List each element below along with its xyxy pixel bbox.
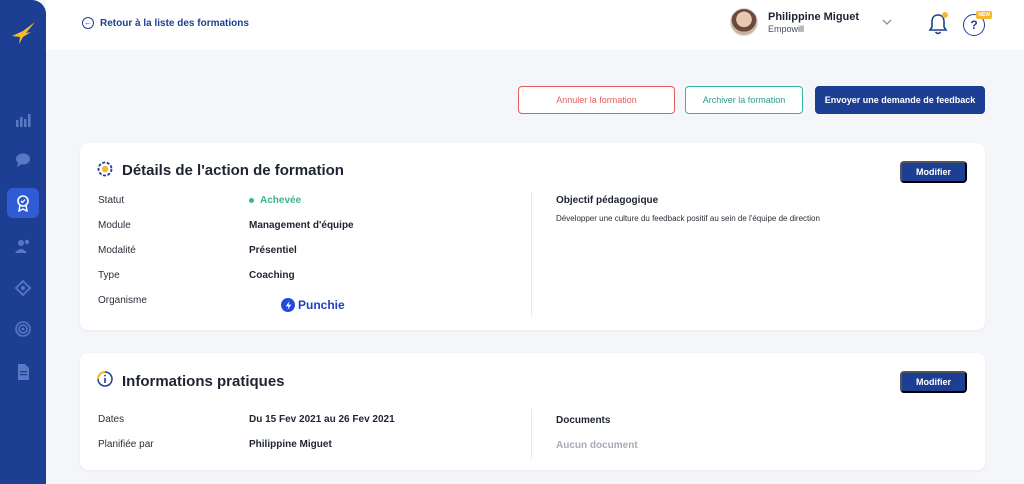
modify-practical-button[interactable]: Modifier xyxy=(900,371,967,393)
arrow-left-icon: ← xyxy=(82,17,94,29)
user-menu[interactable]: Philippine Miguet Empowill xyxy=(730,8,859,36)
document-icon xyxy=(18,364,29,380)
gear-icon xyxy=(97,161,113,177)
sidebar-item-training[interactable] xyxy=(0,186,46,220)
label-status: Statut xyxy=(98,195,125,206)
status-dot xyxy=(249,197,254,203)
sidebar-item-network[interactable] xyxy=(0,271,46,305)
help-question-icon: ? xyxy=(970,18,978,32)
value-planned-by: Philippine Miguet xyxy=(249,439,332,450)
sidebar xyxy=(0,0,46,484)
modify-details-button[interactable]: Modifier xyxy=(900,161,967,183)
chat-icon xyxy=(16,153,30,167)
training-details-card: Détails de l'action de formation Modifie… xyxy=(80,143,985,330)
value-dates: Du 15 Fev 2021 au 26 Fev 2021 xyxy=(249,414,395,425)
sidebar-item-stats[interactable] xyxy=(0,103,46,137)
people-icon xyxy=(15,239,30,253)
label-module: Module xyxy=(98,220,131,231)
training-badge-icon xyxy=(17,195,29,212)
practical-info-card: Informations pratiques Modifier Dates Du… xyxy=(80,353,985,470)
cancel-training-button[interactable]: Annuler la formation xyxy=(518,86,675,114)
notifications-bell-icon[interactable] xyxy=(926,12,950,36)
objective-text: Développer une culture du feedback posit… xyxy=(556,214,820,223)
details-title: Détails de l'action de formation xyxy=(122,162,344,179)
documents-empty-text: Aucun document xyxy=(556,440,638,451)
target-icon xyxy=(15,321,31,337)
organism-name: Punchie xyxy=(298,298,345,312)
column-divider xyxy=(531,191,532,317)
sidebar-item-target[interactable] xyxy=(0,312,46,346)
practical-title: Informations pratiques xyxy=(122,373,285,390)
value-modality: Présentiel xyxy=(249,245,297,256)
objective-title: Objectif pédagogique xyxy=(556,195,659,206)
new-badge: NEW xyxy=(976,11,992,19)
documents-title: Documents xyxy=(556,415,611,426)
label-planned-by: Planifiée par xyxy=(98,439,154,450)
organism-logo: Punchie xyxy=(281,298,345,312)
sidebar-item-people[interactable] xyxy=(0,229,46,263)
avatar xyxy=(730,8,758,36)
info-icon xyxy=(97,371,113,387)
label-type: Type xyxy=(98,270,120,281)
send-feedback-request-button[interactable]: Envoyer une demande de feedback xyxy=(815,86,985,114)
user-organization: Empowill xyxy=(768,23,805,34)
top-bar: ← Retour à la liste des formations Phili… xyxy=(46,0,1024,50)
notification-dot xyxy=(942,12,948,18)
logo-bird-icon[interactable] xyxy=(9,18,37,46)
back-link-label: Retour à la liste des formations xyxy=(100,17,249,29)
stats-icon xyxy=(16,114,31,127)
sidebar-item-documents[interactable] xyxy=(0,355,46,389)
status-badge: Achevée xyxy=(249,195,301,206)
label-organism: Organisme xyxy=(98,295,147,306)
help-button[interactable]: ? NEW xyxy=(963,11,992,36)
archive-training-button[interactable]: Archiver la formation xyxy=(685,86,803,114)
lightning-bolt-icon xyxy=(281,298,295,312)
label-dates: Dates xyxy=(98,414,125,425)
column-divider xyxy=(531,409,532,459)
value-module: Management d'équipe xyxy=(249,220,354,231)
sidebar-item-chat[interactable] xyxy=(0,143,46,177)
back-to-list-link[interactable]: ← Retour à la liste des formations xyxy=(82,17,249,29)
user-name: Philippine Miguet xyxy=(768,10,860,23)
chevron-down-icon[interactable] xyxy=(882,17,892,27)
value-type: Coaching xyxy=(249,270,295,281)
network-icon xyxy=(14,279,32,297)
label-modality: Modalité xyxy=(98,245,136,256)
